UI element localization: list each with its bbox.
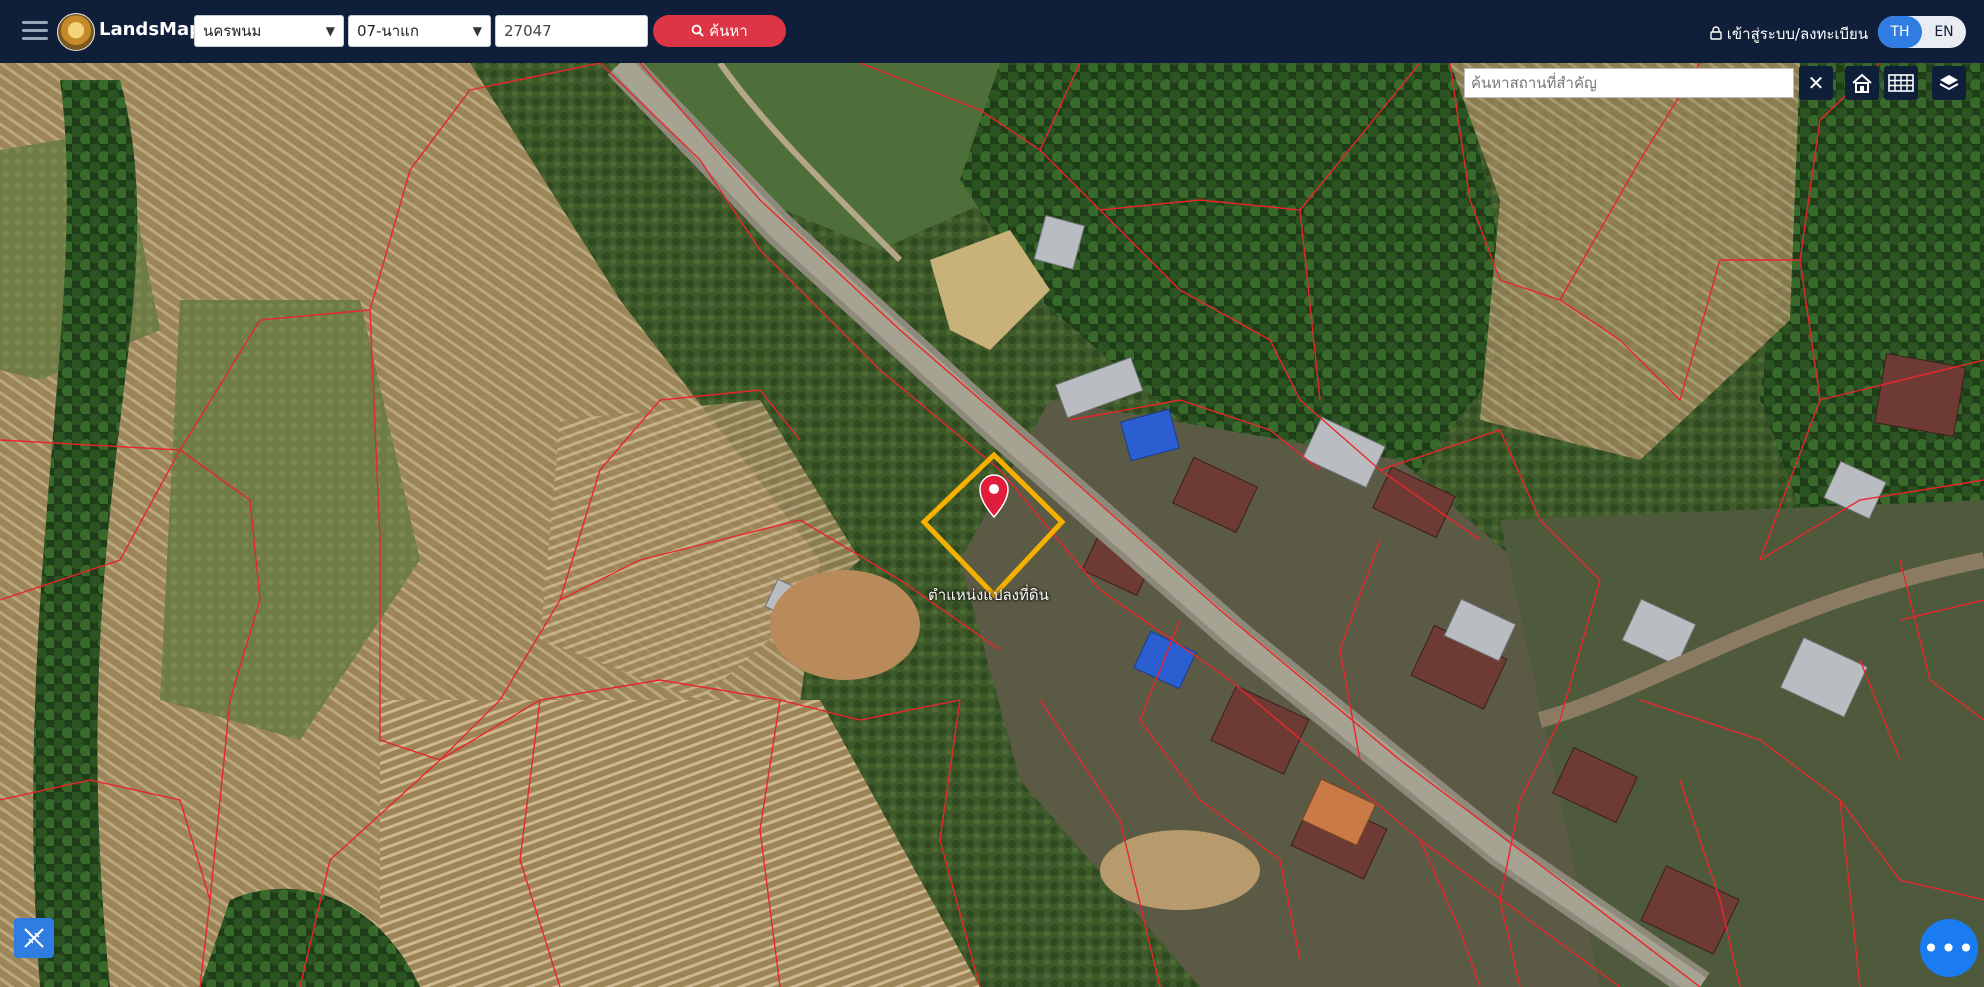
close-icon: ✕ [1807, 71, 1825, 95]
login-link[interactable]: เข้าสู่ระบบ/ลงทะเบียน [1710, 22, 1868, 46]
logo [57, 13, 95, 51]
layers-icon [1939, 75, 1959, 91]
search-button-label: ค้นหา [709, 22, 748, 40]
chat-icon: ••• [1922, 931, 1976, 965]
amphoe-select-value: 07-นาแก [357, 22, 419, 40]
language-toggle: TH EN [1878, 16, 1966, 48]
hamburger-icon[interactable] [22, 21, 48, 41]
chat-button[interactable]: ••• [1920, 919, 1978, 977]
parcel-number-input[interactable]: 27047 [495, 15, 648, 47]
parcel-marker-label: ตำแหน่งแปลงที่ดิน [928, 586, 1049, 604]
lang-en-button[interactable]: EN [1922, 16, 1966, 48]
chevron-down-icon: ▼ [472, 24, 482, 38]
home-button[interactable] [1845, 66, 1879, 100]
clear-search-button[interactable]: ✕ [1799, 66, 1833, 100]
place-search-input[interactable]: ค้นหาสถานที่สำคัญ [1464, 68, 1794, 98]
lang-th-button[interactable]: TH [1878, 16, 1922, 48]
layers-button[interactable] [1932, 66, 1966, 100]
satellite-map[interactable]: ตำแหน่งแปลงที่ดิน [0, 63, 1984, 987]
search-button[interactable]: ค้นหา [653, 15, 786, 47]
lock-icon [1710, 26, 1722, 40]
chevron-down-icon: ▼ [325, 24, 335, 38]
amphoe-select[interactable]: 07-นาแก ▼ [348, 15, 491, 47]
grid-icon [1888, 74, 1914, 92]
measure-tool-button[interactable] [14, 918, 54, 958]
home-icon [1852, 73, 1872, 93]
grid-button[interactable] [1884, 66, 1918, 100]
measure-tool-icon [24, 928, 44, 948]
search-icon [691, 24, 705, 37]
top-navbar: LandsMaps นครพนม ▼ 07-นาแก ▼ 27047 ค้นหา… [0, 0, 1984, 63]
login-label: เข้าสู่ระบบ/ลงทะเบียน [1726, 25, 1869, 43]
province-select-value: นครพนม [203, 22, 262, 40]
map-canvas [0, 63, 1984, 987]
province-select[interactable]: นครพนม ▼ [194, 15, 344, 47]
